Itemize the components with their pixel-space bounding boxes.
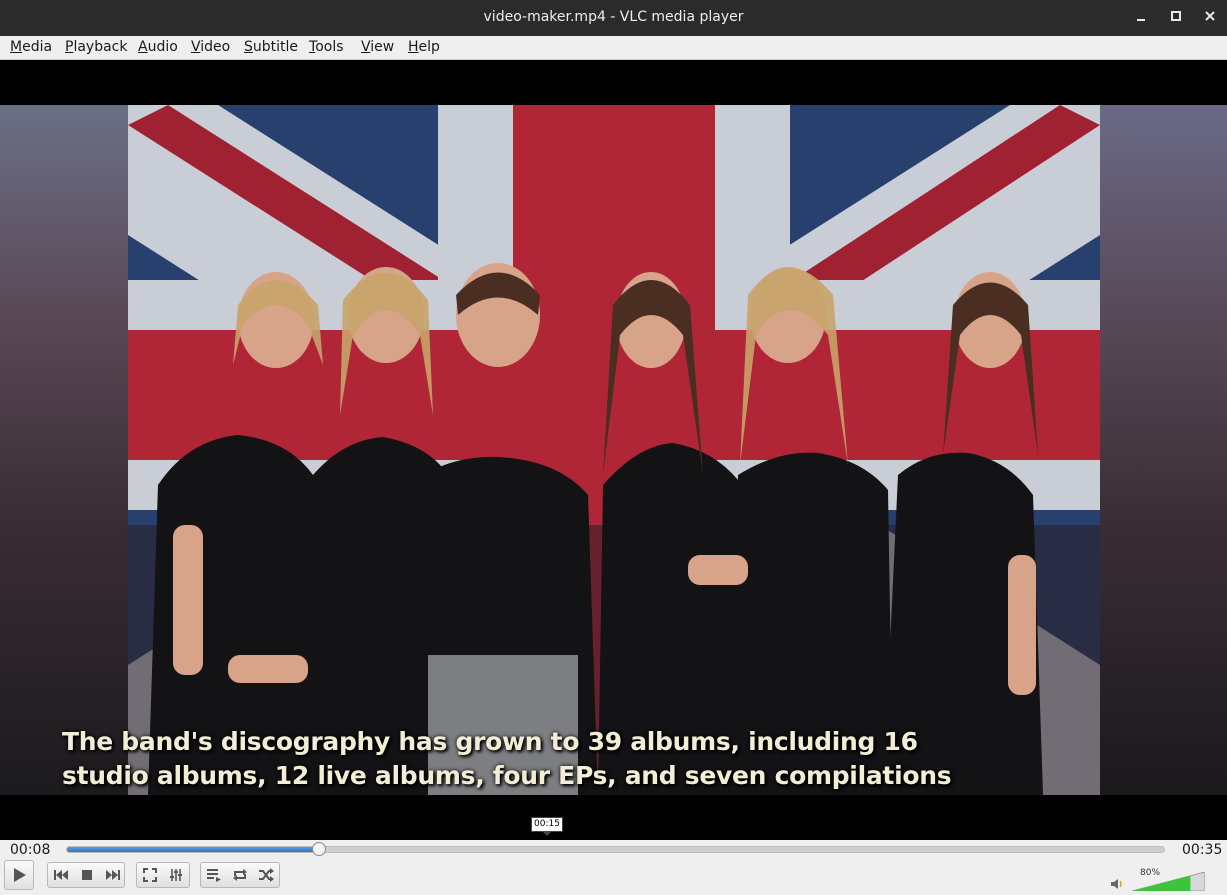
band-members [148, 263, 1043, 795]
blurred-border-left [0, 105, 128, 795]
menu-tools[interactable]: Tools [309, 39, 344, 55]
menu-view[interactable]: View [361, 39, 394, 55]
fullscreen-button[interactable] [137, 863, 163, 887]
loop-button[interactable] [227, 863, 253, 887]
menu-media[interactable]: Media [10, 39, 52, 55]
menu-playback[interactable]: Playback [65, 39, 127, 55]
elapsed-time[interactable]: 00:08 [10, 842, 50, 858]
total-time[interactable]: 00:35 [1182, 842, 1222, 858]
menu-subtitle[interactable]: Subtitle [244, 39, 298, 55]
controls-panel: 00:08 00:35 80% [0, 840, 1227, 895]
minimize-icon[interactable] [1132, 8, 1152, 28]
loop-icon [233, 869, 247, 881]
close-icon[interactable] [1200, 8, 1220, 28]
menu-help[interactable]: Help [408, 39, 440, 55]
extended-settings-button[interactable] [163, 863, 189, 887]
mute-button[interactable] [1110, 876, 1124, 890]
blurred-border-right [1100, 105, 1227, 795]
maximize-icon[interactable] [1166, 8, 1186, 28]
playlist-button[interactable] [201, 863, 227, 887]
window-title: video-maker.mp4 - VLC media player [483, 9, 744, 25]
seek-slider[interactable] [66, 842, 1165, 856]
next-button[interactable] [100, 863, 126, 887]
navigation-button-group [47, 862, 125, 888]
menu-bar: Media Playback Audio Video Subtitle Tool… [0, 36, 1227, 60]
playlist-icon [207, 869, 221, 882]
speaker-icon [1111, 879, 1122, 889]
title-bar: video-maker.mp4 - VLC media player [0, 0, 1227, 36]
seek-handle[interactable] [312, 842, 327, 856]
subtitle-text: The band's discography has grown to 39 a… [62, 727, 952, 790]
fullscreen-icon [143, 868, 157, 882]
shuffle-icon [259, 868, 274, 882]
seek-progress-fill [67, 847, 320, 852]
playlist-button-group [200, 862, 280, 888]
equalizer-icon [170, 869, 182, 881]
view-button-group [136, 862, 190, 888]
play-button[interactable] [4, 860, 34, 890]
video-frame: The band's discography has grown to 39 a… [0, 105, 1227, 795]
skip-previous-icon [54, 870, 68, 880]
shuffle-button[interactable] [253, 863, 279, 887]
seek-hover-tooltip: 00:15 [531, 817, 563, 836]
band-photo [128, 105, 1100, 795]
stop-button[interactable] [74, 863, 100, 887]
menu-video[interactable]: Video [191, 39, 230, 55]
stop-icon [82, 870, 92, 880]
volume-slider[interactable] [1132, 872, 1205, 891]
skip-next-icon [106, 870, 120, 880]
video-display[interactable]: The band's discography has grown to 39 a… [0, 60, 1227, 840]
menu-audio[interactable]: Audio [138, 39, 178, 55]
previous-button[interactable] [48, 863, 74, 887]
play-icon [14, 868, 26, 882]
